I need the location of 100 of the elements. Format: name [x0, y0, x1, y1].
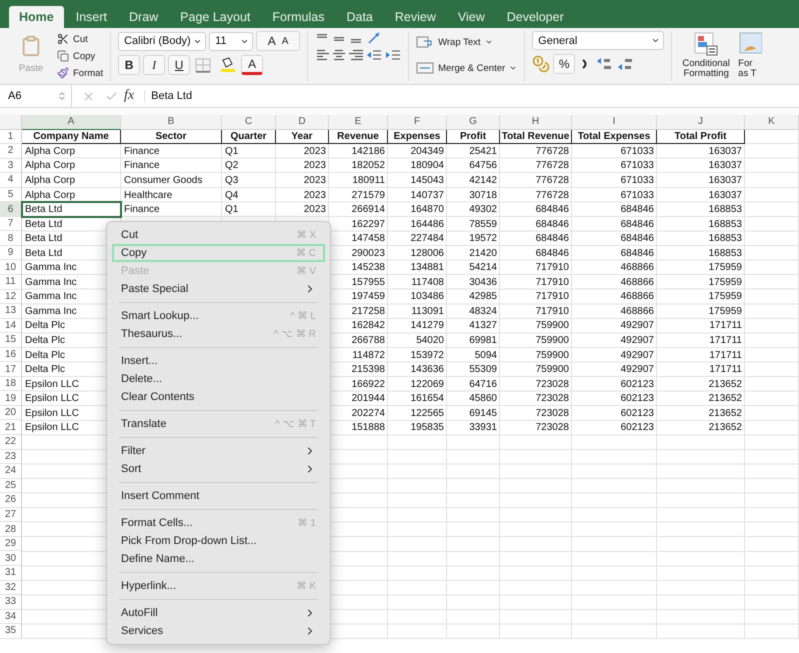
row-header[interactable]: 31: [0, 566, 22, 580]
ribbon-tab[interactable]: Data: [336, 6, 383, 28]
menu-item[interactable]: Format Cells... ⌘ 1: [112, 514, 325, 532]
column-header[interactable]: D: [276, 115, 329, 130]
row-header[interactable]: 14: [0, 318, 22, 334]
number-format-field[interactable]: General: [532, 31, 664, 50]
row-header[interactable]: 2: [0, 144, 22, 159]
column-header[interactable]: F: [388, 115, 447, 130]
row-header[interactable]: 1: [0, 130, 22, 144]
ribbon-tab[interactable]: Draw: [119, 6, 168, 28]
row-header[interactable]: 34: [0, 610, 22, 624]
decrease-decimal-icon[interactable]: [616, 56, 634, 72]
ribbon-tab[interactable]: Developer: [496, 6, 574, 28]
table-cell-text: 602123: [620, 421, 655, 436]
format-as-table-label[interactable]: For as T: [738, 59, 764, 79]
menu-item[interactable]: Sort: [112, 460, 325, 478]
menu-item[interactable]: Delete...: [112, 370, 325, 388]
table-cell-text: 163037: [708, 144, 743, 159]
row-header[interactable]: 24: [0, 464, 22, 479]
column-header[interactable]: I: [572, 115, 657, 130]
format-painter-button[interactable]: Format: [57, 65, 104, 81]
insert-function-button[interactable]: fx: [124, 88, 134, 104]
menu-item[interactable]: Thesaurus... ^ ⌥ ⌘ R: [112, 325, 325, 343]
row-header[interactable]: 33: [0, 595, 22, 610]
bold-button[interactable]: B: [118, 55, 140, 75]
column-header[interactable]: E: [329, 115, 388, 130]
row-header[interactable]: 29: [0, 536, 22, 552]
row-header[interactable]: 30: [0, 551, 22, 566]
row-header[interactable]: 3: [0, 158, 22, 174]
row-header[interactable]: 22: [0, 435, 22, 450]
conditional-formatting-icon[interactable]: [693, 31, 720, 57]
cut-button[interactable]: Cut: [57, 31, 104, 47]
menu-item[interactable]: Pick From Drop-down List...: [112, 532, 325, 550]
column-header[interactable]: A: [22, 115, 121, 130]
ribbon-tab[interactable]: Page Layout: [170, 6, 260, 28]
font-color-button[interactable]: A: [241, 55, 264, 75]
ribbon-tab[interactable]: Formulas: [262, 6, 334, 28]
menu-item[interactable]: Filter: [112, 442, 325, 460]
shrink-font-button[interactable]: A: [282, 36, 288, 46]
menu-item[interactable]: Services: [112, 622, 325, 640]
ribbon-tab[interactable]: Insert: [66, 6, 117, 28]
row-header[interactable]: 16: [0, 348, 22, 362]
row-header[interactable]: 13: [0, 304, 22, 319]
row-header[interactable]: 23: [0, 450, 22, 464]
menu-item[interactable]: Insert...: [112, 352, 325, 370]
column-header[interactable]: H: [500, 115, 572, 130]
table-cell-text: Alpha Corp: [24, 159, 76, 174]
row-header[interactable]: 12: [0, 290, 22, 304]
conditional-formatting-label[interactable]: Conditional Formatting: [680, 59, 732, 79]
menu-item[interactable]: Copy ⌘ C: [112, 244, 325, 262]
row-header[interactable]: 25: [0, 478, 22, 494]
currency-icon[interactable]: [532, 55, 550, 73]
row-header[interactable]: 20: [0, 406, 22, 420]
row-header[interactable]: 7: [0, 216, 22, 232]
menu-item[interactable]: Insert Comment: [112, 487, 325, 505]
row-header[interactable]: 21: [0, 420, 22, 436]
merge-center-button[interactable]: Merge & Center: [416, 57, 518, 79]
column-header[interactable]: K: [745, 115, 799, 130]
menu-item[interactable]: Smart Lookup... ^ ⌘ L: [112, 307, 325, 325]
table-cell-text: 271579: [350, 188, 386, 202]
column-header[interactable]: B: [121, 115, 222, 130]
column-title: Profit: [447, 130, 500, 144]
row-header[interactable]: 5: [0, 188, 22, 202]
wrap-text-button[interactable]: Wrap Text: [416, 31, 518, 53]
row-header[interactable]: 26: [0, 493, 22, 508]
table-cell-text: 175959: [708, 276, 743, 290]
formula-field[interactable]: Beta Ltd: [144, 90, 192, 102]
column-header[interactable]: G: [447, 115, 500, 130]
table-cell-text: 54020: [415, 334, 445, 348]
copy-button[interactable]: Copy: [57, 48, 104, 64]
ribbon-tab[interactable]: Home: [9, 6, 64, 28]
italic-button[interactable]: I: [143, 55, 166, 75]
table-cell-text: Delta Plc: [24, 334, 66, 348]
menu-item[interactable]: Define Name...: [112, 550, 325, 568]
row-header[interactable]: 11: [0, 275, 22, 290]
row-header[interactable]: 6: [0, 202, 22, 217]
row-header[interactable]: 27: [0, 508, 22, 522]
row-header[interactable]: 18: [0, 376, 22, 392]
menu-item[interactable]: Cut ⌘ X: [112, 226, 325, 244]
align-center-icon: [332, 49, 346, 61]
menu-item[interactable]: Paste Special: [112, 280, 325, 298]
column-header[interactable]: J: [657, 115, 745, 130]
ribbon-tab[interactable]: View: [448, 6, 495, 28]
row-header[interactable]: 15: [0, 333, 22, 348]
font-size-field[interactable]: 11: [209, 32, 254, 50]
font-name-field[interactable]: Calibri (Body): [118, 32, 206, 50]
percent-button[interactable]: %: [553, 54, 576, 74]
row-header[interactable]: 35: [0, 624, 22, 639]
column-header[interactable]: C: [222, 115, 276, 130]
menu-item[interactable]: Clear Contents: [112, 388, 325, 406]
menu-item[interactable]: Translate ^ ⌥ ⌘ T: [112, 415, 325, 433]
name-box[interactable]: A6: [0, 85, 72, 107]
increase-decimal-icon[interactable]: [595, 56, 614, 72]
row-header[interactable]: 32: [0, 580, 22, 596]
grow-font-button[interactable]: A: [268, 34, 276, 48]
menu-item[interactable]: AutoFill: [112, 604, 325, 622]
row-header[interactable]: 9: [0, 246, 22, 260]
ribbon-tab[interactable]: Review: [384, 6, 446, 28]
menu-item[interactable]: Hyperlink... ⌘ K: [112, 577, 325, 595]
underline-button[interactable]: U: [168, 55, 190, 75]
